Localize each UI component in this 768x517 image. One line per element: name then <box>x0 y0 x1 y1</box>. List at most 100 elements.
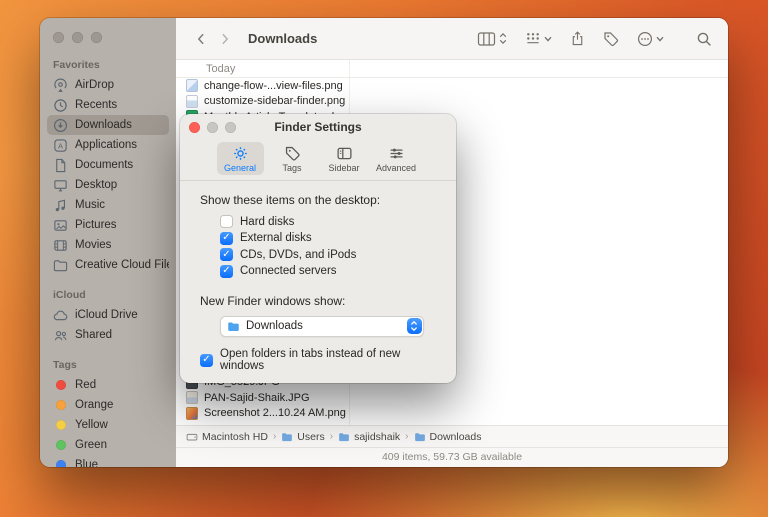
tab-general[interactable]: General <box>217 142 264 175</box>
music-note-icon <box>53 198 68 213</box>
minimize-button[interactable] <box>207 122 218 133</box>
image-file-icon <box>186 95 198 108</box>
sidebar-item-tag-green[interactable]: Green <box>47 435 169 455</box>
tab-advanced[interactable]: Advanced <box>373 142 420 175</box>
sidebar-item-recents[interactable]: Recents <box>47 95 169 115</box>
checkbox-row-cds-dvds-ipods[interactable]: CDs, DVDs, and iPods <box>220 248 436 261</box>
sidebar-item-label: Desktop <box>75 179 117 191</box>
file-name: PAN-Sajid-Shaik.JPG <box>204 392 310 404</box>
close-button[interactable] <box>189 122 200 133</box>
sidebar-item-label: Creative Cloud Files <box>75 259 169 271</box>
applications-icon: A <box>53 138 68 153</box>
checkbox[interactable] <box>220 215 233 228</box>
breadcrumb-label: Macintosh HD <box>202 431 268 443</box>
checkbox-row-hard-disks[interactable]: Hard disks <box>220 215 436 228</box>
tab-label: Advanced <box>376 163 416 173</box>
tag-icon <box>284 145 301 162</box>
back-button[interactable] <box>192 29 210 49</box>
ellipsis-circle-icon <box>637 31 653 47</box>
new-windows-popup-button[interactable]: Downloads <box>220 316 424 337</box>
checkbox-row-open-folders-in-tabs[interactable]: Open folders in tabs instead of new wind… <box>200 354 436 367</box>
zoom-button[interactable] <box>91 32 102 43</box>
minimize-button[interactable] <box>72 32 83 43</box>
more-options-button[interactable] <box>637 31 664 47</box>
chevron-up-down-icon <box>499 32 507 45</box>
sidebar-item-pictures[interactable]: Pictures <box>47 215 169 235</box>
sidebar-item-shared[interactable]: Shared <box>47 325 169 345</box>
blue-tag-dot <box>56 460 66 467</box>
file-row[interactable]: Screenshot 2...10.24 AM.png <box>176 406 728 422</box>
folder-icon <box>414 431 426 443</box>
tab-tags[interactable]: Tags <box>269 142 316 175</box>
sidebar-item-tag-blue[interactable]: Blue <box>47 455 169 467</box>
dialog-window-controls <box>189 122 236 133</box>
sidebar-item-icloud-drive[interactable]: iCloud Drive <box>47 305 169 325</box>
sidebar-item-label: Blue <box>75 459 98 467</box>
checkbox[interactable] <box>200 354 213 367</box>
breadcrumb-sajidshaik[interactable]: sajidshaik <box>338 431 400 443</box>
zoom-button[interactable] <box>225 122 236 133</box>
sidebar-item-tag-orange[interactable]: Orange <box>47 395 169 415</box>
desktop-icon <box>53 178 68 193</box>
folder-icon <box>53 258 68 273</box>
pictures-icon <box>53 218 68 233</box>
checkbox-label: CDs, DVDs, and iPods <box>240 249 356 261</box>
file-name: change-flow-...view-files.png <box>204 80 343 92</box>
checkbox-row-connected-servers[interactable]: Connected servers <box>220 265 436 278</box>
checkbox[interactable] <box>220 248 233 261</box>
file-row[interactable]: customize-sidebar-finder.png <box>176 94 728 110</box>
tab-sidebar[interactable]: Sidebar <box>321 142 368 175</box>
checkbox[interactable] <box>220 265 233 278</box>
breadcrumb-downloads[interactable]: Downloads <box>414 431 482 443</box>
airdrop-icon <box>53 78 68 93</box>
file-row[interactable]: PAN-Sajid-Shaik.JPG <box>176 390 728 406</box>
close-button[interactable] <box>53 32 64 43</box>
sidebar-item-tag-red[interactable]: Red <box>47 375 169 395</box>
breadcrumb-macintosh-hd[interactable]: Macintosh HD <box>186 431 268 443</box>
group-by-button[interactable] <box>525 31 552 46</box>
share-button[interactable] <box>570 30 585 47</box>
sidebar-item-movies[interactable]: Movies <box>47 235 169 255</box>
sidebar-item-label: Movies <box>75 239 111 251</box>
sidebar-item-downloads[interactable]: Downloads <box>47 115 169 135</box>
folder-icon <box>338 431 350 443</box>
breadcrumb-separator: › <box>405 431 408 442</box>
sidebar-item-applications[interactable]: A Applications <box>47 135 169 155</box>
sidebar-layout-icon <box>336 145 353 162</box>
folder-icon <box>227 320 240 333</box>
view-switcher-button[interactable] <box>477 32 507 46</box>
chevron-down-icon <box>544 36 552 42</box>
sidebar-item-desktop[interactable]: Desktop <box>47 175 169 195</box>
svg-text:A: A <box>58 141 63 150</box>
hard-drive-icon <box>186 431 198 443</box>
sidebar-item-documents[interactable]: Documents <box>47 155 169 175</box>
tag-icon <box>603 31 619 47</box>
file-row[interactable]: change-flow-...view-files.png <box>176 78 728 94</box>
breadcrumb-users[interactable]: Users <box>281 431 324 443</box>
sidebar-item-tag-yellow[interactable]: Yellow <box>47 415 169 435</box>
checkbox-row-external-disks[interactable]: External disks <box>220 232 436 245</box>
red-tag-dot <box>56 380 66 390</box>
sidebar-item-airdrop[interactable]: AirDrop <box>47 75 169 95</box>
tab-label: General <box>224 163 256 173</box>
sidebar-item-music[interactable]: Music <box>47 195 169 215</box>
settings-tab-bar: General Tags Sidebar Advanced <box>180 140 456 181</box>
forward-button[interactable] <box>216 29 234 49</box>
gear-icon <box>232 145 249 162</box>
popup-selected-value: Downloads <box>246 320 303 332</box>
chevron-down-icon <box>656 36 664 42</box>
sidebar-item-label: Yellow <box>75 419 108 431</box>
dialog-titlebar: Finder Settings <box>180 114 456 140</box>
tab-label: Sidebar <box>328 163 359 173</box>
sidebar-section-title: iCloud <box>53 289 163 301</box>
tag-button[interactable] <box>603 31 619 47</box>
checkbox[interactable] <box>220 232 233 245</box>
toolbar: Downloads <box>176 18 728 60</box>
search-button[interactable] <box>696 31 712 47</box>
yellow-tag-dot <box>56 420 66 430</box>
sidebar-item-label: AirDrop <box>75 79 114 91</box>
sidebar-item-label: Downloads <box>75 119 132 131</box>
sidebar: Favorites AirDrop Recents Downloads A Ap… <box>40 18 176 467</box>
clock-icon <box>53 98 68 113</box>
sidebar-item-creative-cloud-files[interactable]: Creative Cloud Files <box>47 255 169 275</box>
